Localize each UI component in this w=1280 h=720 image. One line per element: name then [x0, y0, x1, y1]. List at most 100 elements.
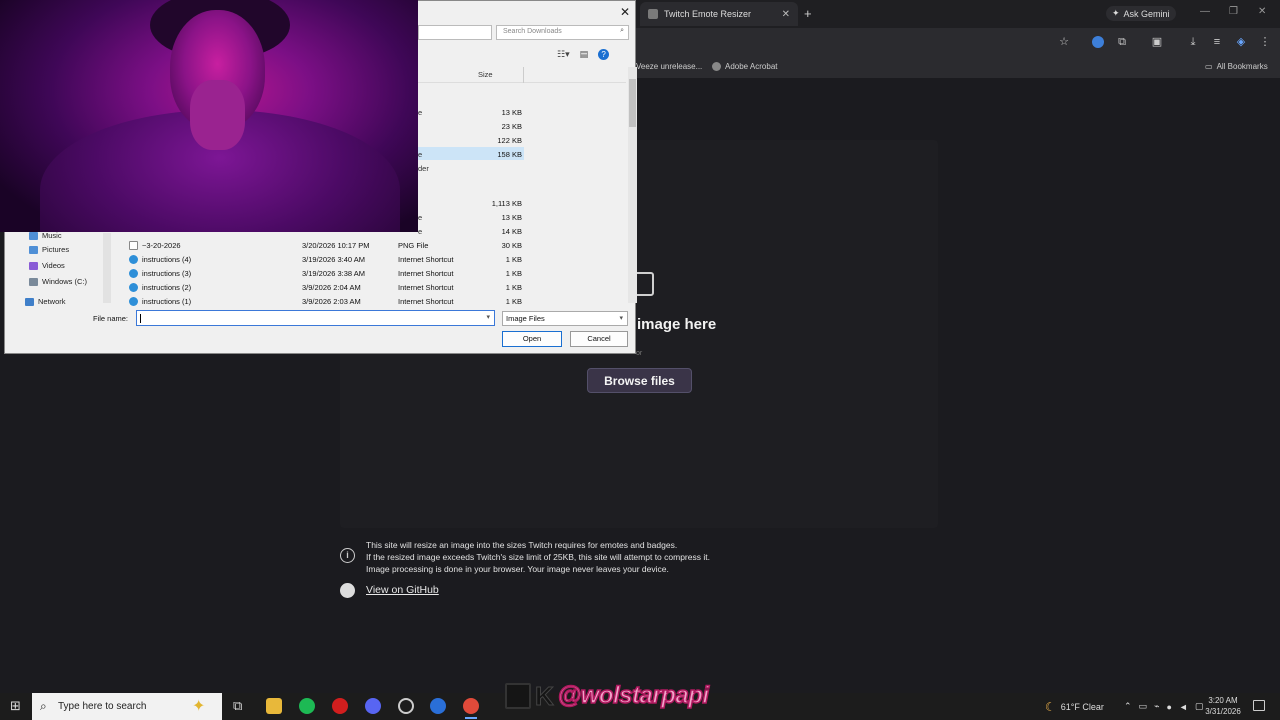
app-blue-icon[interactable] — [430, 698, 446, 714]
profile-icon[interactable]: ◈ — [1235, 36, 1247, 48]
nav-item-label: Videos — [42, 261, 65, 270]
file-date: 3/9/2026 2:03 AM — [302, 297, 361, 306]
network-icon[interactable]: ⌁ — [1154, 701, 1159, 712]
file-type: Internet Shortcut — [398, 255, 454, 264]
file-list-scrollbar[interactable] — [628, 67, 637, 303]
taskbar-clock[interactable]: 3:20 AM 3/31/2026 — [1200, 695, 1246, 717]
menu-icon[interactable]: ⋮ — [1259, 36, 1271, 48]
nav-scrollbar[interactable] — [103, 233, 111, 303]
tab-search-icon[interactable]: ≡ — [1211, 36, 1223, 48]
copilot-sparkle-icon: ✦ — [192, 698, 206, 715]
discord-icon[interactable] — [365, 698, 381, 714]
row-fragment: e — [418, 227, 423, 236]
show-hidden-icons-icon[interactable]: ⌃ — [1124, 701, 1132, 712]
bookmark-item[interactable]: Adobe Acrobat — [712, 62, 777, 71]
music-icon — [29, 231, 38, 240]
spotify-icon[interactable] — [299, 698, 315, 714]
kick-logo-icon: K — [535, 680, 555, 711]
info-line: Image processing is done in your browser… — [366, 564, 669, 574]
file-row[interactable]: instructions (1) 3/9/2026 2:03 AM Intern… — [125, 295, 525, 309]
bookmark-label: Veeze unrelease... — [636, 62, 703, 71]
weather-widget[interactable]: ☾ 61°F Clear — [1045, 693, 1104, 720]
cancel-button[interactable]: Cancel — [570, 331, 628, 347]
extension-icon[interactable] — [1092, 36, 1104, 48]
nav-item-videos[interactable]: Videos — [29, 261, 65, 270]
task-view-icon[interactable]: ⧉ — [233, 698, 249, 714]
view-options: ☷▾ ▤ ? — [557, 49, 610, 60]
file-type-select[interactable]: Image Files ▾ — [502, 311, 628, 326]
meet-now-icon[interactable]: ▭ — [1139, 701, 1148, 712]
file-name: instructions (3) — [142, 269, 192, 278]
file-size: 1 KB — [505, 255, 522, 264]
file-size-cell: 13 KB — [501, 213, 522, 222]
file-row[interactable]: ~3-20-2026 3/20/2026 10:17 PM PNG File 3… — [125, 239, 525, 253]
address-bar[interactable] — [418, 25, 492, 40]
network-icon — [25, 297, 34, 306]
nav-item-network[interactable]: Network — [25, 297, 66, 306]
file-size: 30 KB — [501, 241, 522, 250]
search-icon: ⌕ — [40, 699, 47, 713]
file-row[interactable]: instructions (4) 3/19/2026 3:40 AM Inter… — [125, 253, 525, 267]
column-header: Size — [418, 67, 626, 83]
navigation-pane: Music Pictures Videos Windows (C:) Netwo… — [23, 229, 115, 306]
size-column-header[interactable]: Size — [478, 70, 493, 79]
file-name: instructions (2) — [142, 283, 192, 292]
nav-item-label: Windows (C:) — [42, 277, 88, 286]
nav-item-pictures[interactable]: Pictures — [29, 245, 69, 254]
window-close-icon[interactable]: ✕ — [1258, 6, 1266, 17]
stream-overlay-branding: K @wolstarpapi — [505, 680, 710, 712]
webcam-person-hand — [190, 80, 245, 150]
obs-icon[interactable] — [398, 698, 414, 714]
row-fragment: e — [418, 213, 423, 222]
windows-start-icon[interactable]: ⊞ — [10, 699, 22, 712]
ask-gemini-label: Ask Gemini — [1123, 8, 1170, 19]
notification-icon[interactable] — [1253, 700, 1265, 711]
view-mode-icon[interactable]: ☷▾ — [557, 49, 570, 60]
nav-item-music[interactable]: Music — [29, 231, 62, 240]
bookmark-item[interactable]: Veeze unrelease... — [636, 62, 702, 71]
volume-icon[interactable]: ◄ — [1179, 702, 1188, 712]
system-tray: ⌃ ▭ ⌁ ● ◄ ▢ — [1124, 693, 1203, 720]
help-icon[interactable]: ? — [598, 49, 610, 60]
new-tab-button[interactable]: + — [804, 6, 812, 21]
shortcut-icon — [129, 283, 138, 292]
file-row[interactable]: instructions (2) 3/9/2026 2:04 AM Intern… — [125, 281, 525, 295]
chrome-icon[interactable] — [463, 698, 479, 719]
streamer-handle: @wolstarpapi — [557, 681, 710, 710]
file-size: 1 KB — [505, 283, 522, 292]
chevron-down-icon[interactable]: ▾ — [486, 313, 490, 321]
dialog-search-input[interactable]: Search Downloads ⌕ — [496, 25, 629, 40]
extensions-puzzle-icon[interactable]: ⧉ — [1116, 36, 1128, 48]
file-date: 3/9/2026 2:04 AM — [302, 283, 361, 292]
bookmark-star-icon[interactable]: ☆ — [1058, 36, 1070, 48]
browse-files-button[interactable]: Browse files — [587, 368, 692, 393]
tab-twitch-emote-resizer[interactable]: Twitch Emote Resizer ✕ — [640, 2, 798, 26]
all-bookmarks-button[interactable]: ▭ All Bookmarks — [1205, 62, 1268, 71]
adobe-acrobat-icon — [712, 62, 721, 71]
open-button[interactable]: Open — [502, 331, 562, 347]
side-panel-icon[interactable]: ▣ — [1151, 36, 1163, 48]
row-fragment: e — [418, 108, 423, 117]
ask-gemini-button[interactable]: ✦ Ask Gemini — [1106, 6, 1176, 21]
file-name: instructions (1) — [142, 297, 192, 306]
tab-close-icon[interactable]: ✕ — [782, 9, 790, 20]
row-fragment: der — [418, 164, 429, 173]
download-icon[interactable]: ⤓ — [1187, 36, 1199, 48]
file-explorer-icon[interactable] — [266, 698, 282, 714]
preview-pane-icon[interactable]: ▤ — [580, 49, 589, 60]
minimize-icon[interactable]: — — [1200, 6, 1210, 17]
microphone-icon[interactable]: ● — [1166, 702, 1171, 712]
restore-icon[interactable]: ❐ — [1229, 6, 1238, 17]
dialog-close-icon[interactable]: ✕ — [620, 5, 630, 19]
scrollbar-thumb[interactable] — [629, 79, 636, 127]
file-date: 3/20/2026 10:17 PM — [302, 241, 370, 250]
file-size-cell: 1,113 KB — [491, 199, 522, 208]
taskbar-search-box[interactable]: ⌕ Type here to search ✦ — [32, 693, 222, 720]
file-date: 3/19/2026 3:38 AM — [302, 269, 365, 278]
file-name-input[interactable]: ▾ — [136, 310, 495, 326]
nav-item-windows-c[interactable]: Windows (C:) — [29, 277, 87, 286]
file-row[interactable]: instructions (3) 3/19/2026 3:38 AM Inter… — [125, 267, 525, 281]
shortcut-icon — [129, 255, 138, 264]
github-link[interactable]: View on GitHub — [366, 584, 439, 596]
app-red-icon[interactable] — [332, 698, 348, 714]
